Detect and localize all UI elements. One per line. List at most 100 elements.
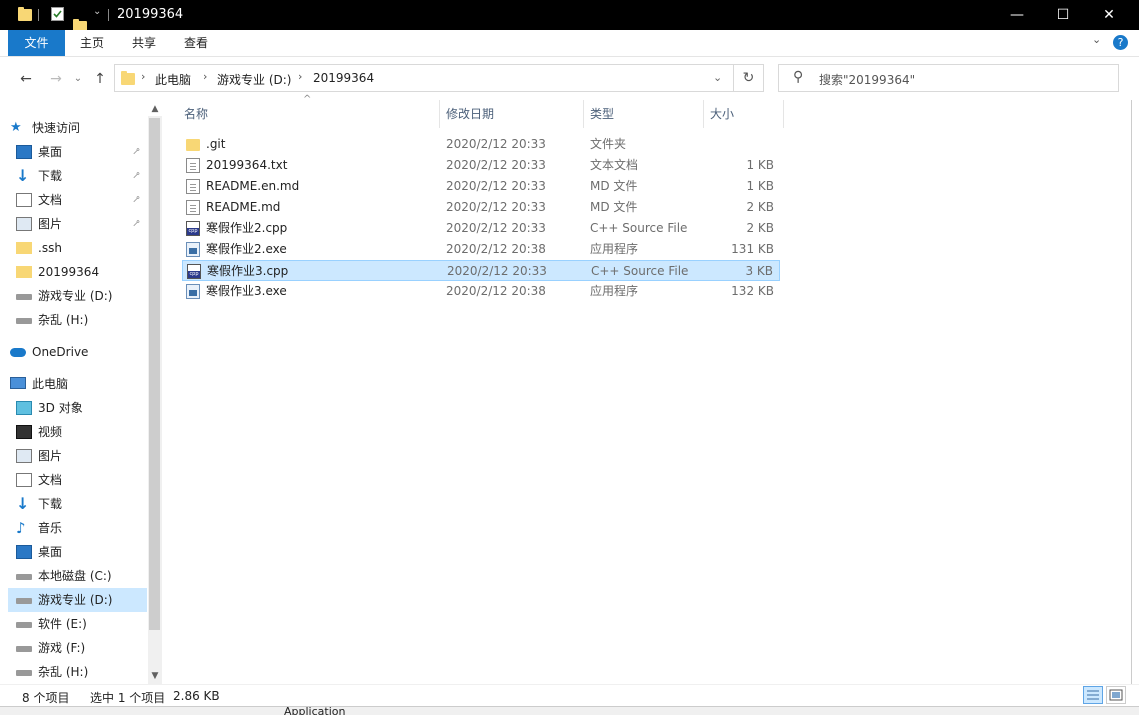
sidebar-item-label: 本地磁盘 (C:) (38, 569, 112, 583)
properties-icon[interactable] (51, 7, 64, 21)
separator (108, 9, 109, 21)
sidebar-item[interactable]: OneDrive (8, 340, 148, 364)
breadcrumb-separator[interactable]: › (298, 70, 302, 83)
sidebar-item-label: 图片 (38, 449, 63, 463)
file-date: 2020/2/12 20:33 (446, 221, 546, 235)
large-icons-view-button[interactable] (1106, 686, 1126, 704)
sidebar-item[interactable]: 游戏专业 (D:) (8, 284, 148, 308)
sidebar-item[interactable]: 视频 (8, 420, 148, 444)
sidebar-item[interactable]: 3D 对象 (8, 396, 148, 420)
column-header-type[interactable]: 类型 (584, 100, 704, 128)
file-row[interactable]: 寒假作业2.exe 2020/2/12 20:38 应用程序 131 KB (182, 239, 780, 260)
tab-home[interactable]: 主页 (66, 30, 118, 56)
sidebar-item[interactable]: 图片 ⊸ (8, 212, 148, 236)
file-row[interactable]: 寒假作业2.cpp 2020/2/12 20:33 C++ Source File 2… (182, 218, 780, 239)
tab-view[interactable]: 查看 (170, 30, 222, 56)
file-row[interactable]: 20199364.txt 2020/2/12 20:33 文本文档 1 KB (182, 155, 780, 176)
file-type: 应用程序 (590, 284, 639, 298)
breadcrumb-separator[interactable]: › (203, 70, 207, 83)
sidebar-item[interactable]: 桌面 (8, 540, 148, 564)
sidebar-item[interactable]: 软件 (E:) (8, 612, 148, 636)
file-row[interactable]: .git 2020/2/12 20:33 文件夹 (182, 134, 780, 155)
file-type: 文本文档 (590, 158, 639, 172)
scroll-down-button[interactable]: ▼ (148, 671, 162, 681)
sidebar-item[interactable]: 游戏 (F:) (8, 636, 148, 660)
search-box[interactable]: ⚲ 搜索"20199364" (778, 64, 1119, 92)
breadcrumb-this-pc[interactable]: 此电脑 (155, 71, 191, 88)
back-button[interactable]: ← (16, 69, 36, 89)
sidebar-item[interactable]: 杂乱 (H:) (8, 660, 148, 684)
file-date: 2020/2/12 20:33 (447, 264, 547, 278)
item-count: 8 个项目 (22, 691, 70, 705)
cube-icon (16, 401, 32, 415)
minimize-button[interactable]: — (994, 0, 1040, 30)
file-date: 2020/2/12 20:38 (446, 242, 546, 256)
navigation-pane: ★ 快速访问 桌面 ⊸ ↓ 下载 ⊸ 文档 ⊸ 图片 ⊸ .ssh 20199364 游戏专业 (D:) 杂… (8, 104, 163, 684)
sidebar-item[interactable]: 本地磁盘 (C:) (8, 564, 148, 588)
ribbon: 文件 主页 共享 查看 ⌄ ? (0, 30, 1139, 57)
column-header-size[interactable]: 大小 (704, 100, 784, 128)
file-name: 寒假作业2.exe (206, 242, 287, 256)
address-bar[interactable]: › 此电脑 › 游戏专业 (D:) › 20199364 ⌄ (114, 64, 734, 92)
sidebar-item-label: .ssh (38, 241, 62, 255)
drive-icon (16, 318, 32, 324)
background-window (0, 706, 1139, 715)
sidebar-item[interactable]: 图片 (8, 444, 148, 468)
download-icon: ↓ (16, 494, 30, 513)
customize-toolbar-icon[interactable]: ⌄ (93, 6, 101, 22)
sidebar-item[interactable]: ↓ 下载 (8, 492, 148, 516)
up-button[interactable]: ↑ (90, 69, 110, 89)
refresh-button[interactable]: ↻ (734, 64, 764, 92)
sidebar-item[interactable]: 文档 (8, 468, 148, 492)
help-button[interactable]: ? (1113, 35, 1128, 50)
exe-file-icon (186, 242, 200, 257)
breadcrumb-current-folder[interactable]: 20199364 (313, 71, 374, 85)
details-view-button[interactable] (1083, 686, 1103, 704)
sidebar-item-label: 文档 (38, 473, 63, 487)
sidebar-item[interactable]: .ssh (8, 236, 148, 260)
breadcrumb-drive-d[interactable]: 游戏专业 (D:) (217, 71, 291, 88)
file-size: 132 KB (731, 284, 774, 298)
breadcrumb-separator[interactable]: › (141, 70, 145, 83)
sidebar-item-label: OneDrive (32, 345, 89, 359)
picture-icon (16, 217, 32, 231)
nav-scrollbar-thumb[interactable] (149, 118, 160, 630)
sidebar-item[interactable]: 桌面 ⊸ (8, 140, 148, 164)
drive-icon (16, 598, 32, 604)
window-edge (1131, 100, 1139, 684)
search-input[interactable]: 搜索"20199364" (819, 71, 915, 88)
title-bar: ⌄ 20199364 — ☐ ✕ (0, 0, 1139, 33)
sidebar-item[interactable]: 游戏专业 (D:) (8, 588, 147, 612)
file-row[interactable]: README.md 2020/2/12 20:33 MD 文件 2 KB (182, 197, 780, 218)
file-row[interactable]: 寒假作业3.exe 2020/2/12 20:38 应用程序 132 KB (182, 281, 780, 302)
background-window-label: Application (284, 705, 346, 715)
file-size: 1 KB (746, 179, 774, 193)
document-icon (16, 193, 32, 207)
tab-file[interactable]: 文件 (8, 30, 65, 56)
expand-ribbon-button[interactable]: ⌄ (1092, 33, 1101, 46)
sidebar-item[interactable]: ★ 快速访问 (8, 116, 148, 140)
file-date: 2020/2/12 20:38 (446, 284, 546, 298)
maximize-button[interactable]: ☐ (1040, 0, 1086, 30)
close-button[interactable]: ✕ (1086, 0, 1132, 30)
pin-icon: ⊸ (129, 192, 144, 207)
column-header-date[interactable]: 修改日期 (440, 100, 584, 128)
sidebar-item[interactable]: 文档 ⊸ (8, 188, 148, 212)
sidebar-item[interactable]: 杂乱 (H:) (8, 308, 148, 332)
status-bar: 8 个项目 选中 1 个项目 2.86 KB (0, 684, 1139, 706)
sidebar-item[interactable]: 此电脑 (8, 372, 148, 396)
recent-locations-button[interactable]: ⌄ (68, 69, 88, 89)
scroll-up-button[interactable]: ▲ (148, 104, 162, 114)
sidebar-item[interactable]: 20199364 (8, 260, 148, 284)
sidebar-item[interactable]: ♪ 音乐 (8, 516, 148, 540)
cpp-file-icon (187, 264, 201, 279)
address-dropdown-button[interactable]: ⌄ (713, 71, 722, 84)
file-row[interactable]: README.en.md 2020/2/12 20:33 MD 文件 1 KB (182, 176, 780, 197)
file-type: MD 文件 (590, 200, 638, 214)
forward-button[interactable]: → (46, 69, 66, 89)
file-row[interactable]: 寒假作业3.cpp 2020/2/12 20:33 C++ Source File 3… (182, 260, 780, 281)
window-title: 20199364 (117, 7, 184, 22)
tab-share[interactable]: 共享 (118, 30, 170, 56)
file-type: MD 文件 (590, 179, 638, 193)
sidebar-item[interactable]: ↓ 下载 ⊸ (8, 164, 148, 188)
